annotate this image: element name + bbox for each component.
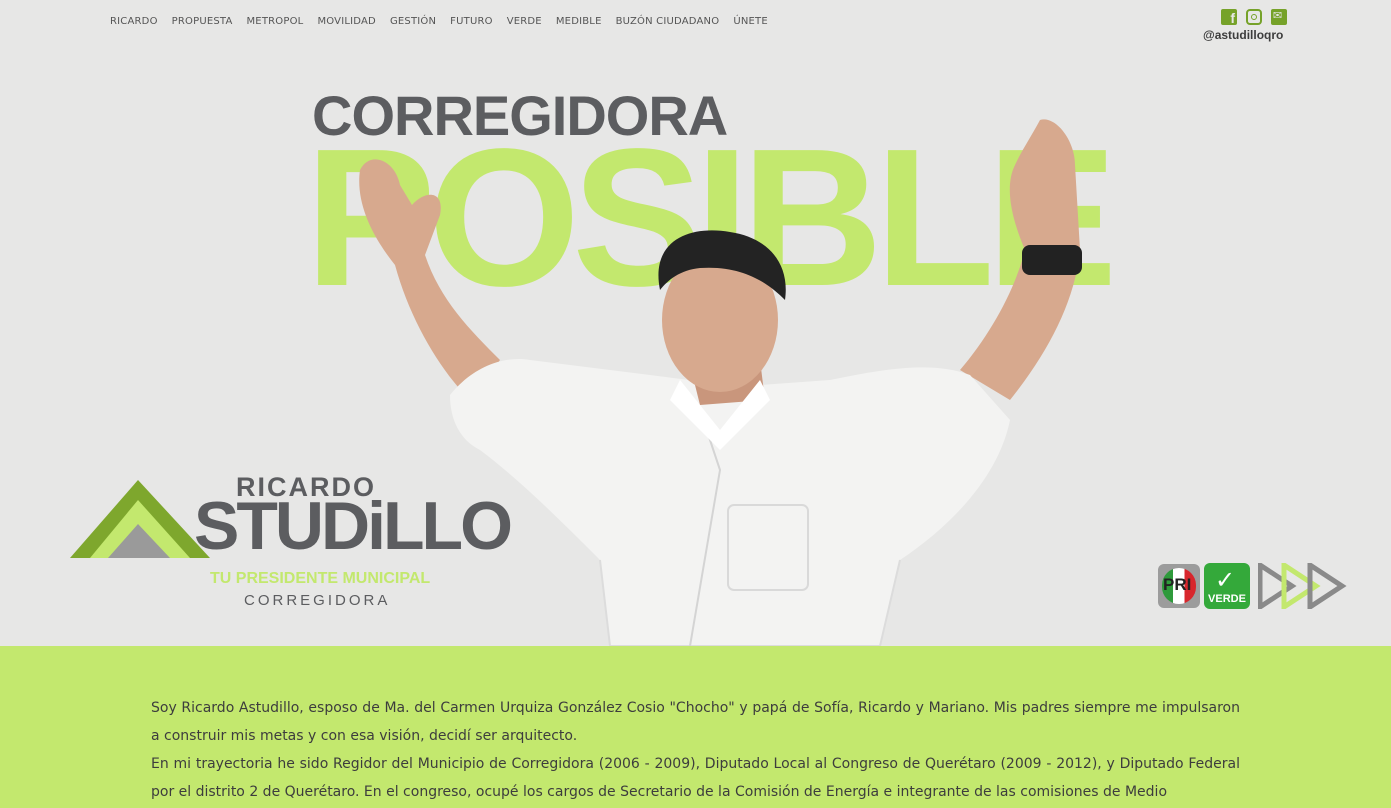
biography-paragraph: Soy Ricardo Astudillo, esposo de Ma. del… xyxy=(151,700,1240,744)
candidate-logo: RICARDO STUDiLLO TU PRESIDENTE MUNICIPAL… xyxy=(70,470,530,620)
pri-logo-text: PRI xyxy=(1163,575,1192,594)
biography-section: Soy Ricardo Astudillo, esposo de Ma. del… xyxy=(0,646,1391,808)
check-icon: ✓ xyxy=(1215,566,1236,594)
pri-logo: PRI xyxy=(1158,564,1200,608)
logo-tagline: TU PRESIDENTE MUNICIPAL xyxy=(210,570,431,587)
biography-paragraph: En mi trayectoria he sido Regidor del Mu… xyxy=(151,756,1240,800)
forward-arrows-icon xyxy=(1258,563,1347,609)
logo-last-name: STUDiLLO xyxy=(194,488,513,564)
hero-section: RICARDO PROPUESTA METROPOL MOVILIDAD GES… xyxy=(0,0,1391,646)
verde-logo: ✓ VERDE xyxy=(1204,563,1250,609)
party-logos: PRI ✓ VERDE xyxy=(1158,563,1348,609)
verde-logo-text: VERDE xyxy=(1208,593,1246,605)
mountain-logo-icon xyxy=(70,480,210,558)
logo-city: CORREGIDORA xyxy=(244,592,391,609)
biography-text: Soy Ricardo Astudillo, esposo de Ma. del… xyxy=(151,694,1240,806)
